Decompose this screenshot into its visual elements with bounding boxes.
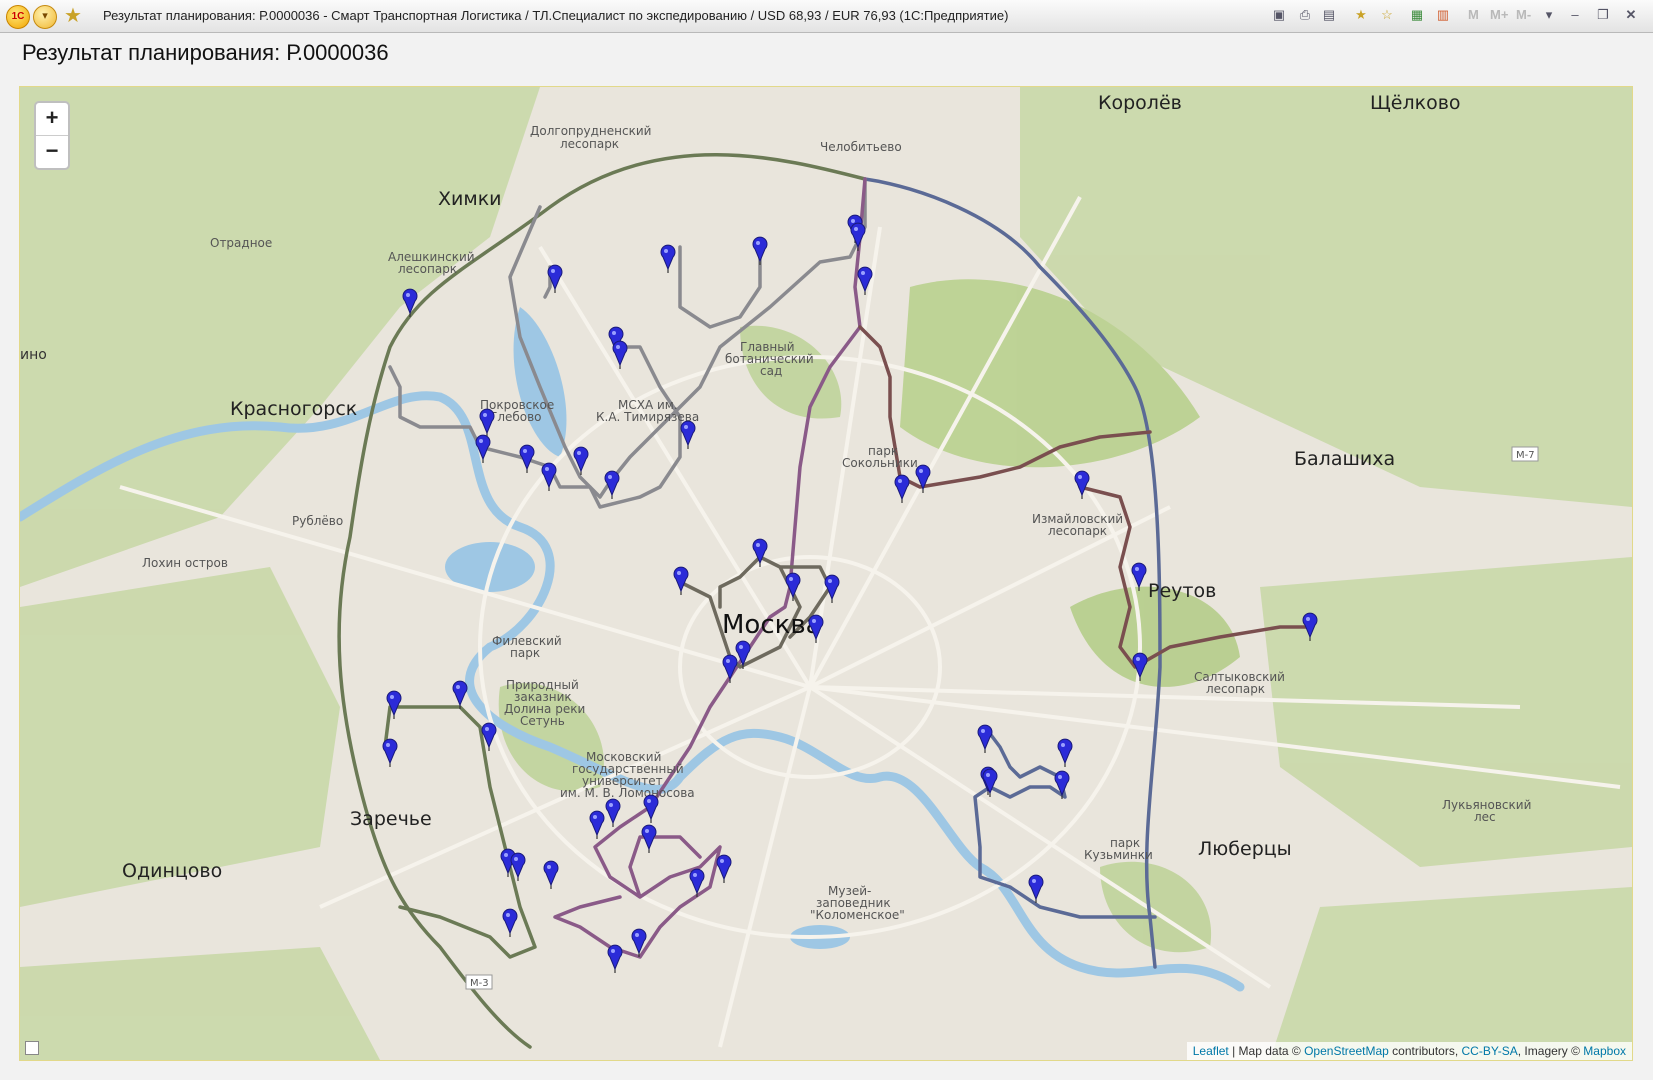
label-sokolniki-2: Сокольники — [842, 456, 918, 470]
label-khimki: Химки — [438, 188, 502, 210]
route-map[interactable]: Королёв Щёлково Челобитьево Долгопруднен… — [19, 86, 1633, 1061]
label-lyubertsy: Люберцы — [1198, 838, 1292, 860]
label-aleshkinsky-2: лесопарк — [398, 262, 457, 276]
zoom-in-button[interactable]: + — [36, 103, 68, 136]
label-krasnogorsk: Красногорск — [230, 398, 357, 420]
label-chelobitevo: Челобитьево — [820, 140, 902, 154]
favorite-star-icon[interactable]: ★ — [64, 4, 82, 28]
save-icon[interactable]: ▣ — [1270, 6, 1288, 24]
attribution-contributors: contributors, — [1388, 1044, 1462, 1058]
map-attribution: Leaflet | Map data © OpenStreetMap contr… — [1186, 1042, 1632, 1060]
label-m7: М-7 — [1516, 450, 1535, 461]
license-link[interactable]: CC-BY-SA — [1462, 1044, 1518, 1058]
close-icon[interactable]: ✕ — [1622, 6, 1640, 24]
minimize-icon[interactable]: – — [1566, 6, 1584, 24]
zoom-out-button[interactable]: − — [36, 136, 68, 168]
calendar-icon[interactable]: ▥ — [1434, 6, 1452, 24]
label-dolgoprudny-1: Долгопрудненский — [530, 124, 651, 138]
zoom-control: + − — [34, 101, 70, 170]
label-zarechye: Заречье — [350, 808, 432, 830]
label-korolev: Королёв — [1098, 92, 1182, 114]
map-corner-checkbox[interactable] — [25, 1041, 39, 1055]
window-title: Результат планирования: Р.0000036 - Смар… — [103, 8, 1009, 23]
label-botsad-3: сад — [760, 364, 782, 378]
favorites-icon[interactable]: ☆ — [1378, 6, 1396, 24]
label-kuzminki-2: Кузьминки — [1084, 848, 1153, 862]
label-saltykovsky-2: лесопарк — [1206, 682, 1265, 696]
preview-icon[interactable]: ▤ — [1320, 6, 1338, 24]
label-balashikha: Балашиха — [1294, 448, 1395, 470]
label-moskva: Москва — [722, 610, 822, 640]
label-lokhin: Лохин остров — [142, 556, 228, 570]
label-shchelkovo: Щёлково — [1370, 92, 1461, 114]
dropdown-icon[interactable]: ▾ — [1540, 6, 1558, 24]
label-reutov: Реутов — [1148, 580, 1216, 602]
label-otradnoe: Отрадное — [210, 236, 272, 250]
mapbox-link[interactable]: Mapbox — [1583, 1044, 1626, 1058]
label-filevsky-2: парк — [510, 646, 540, 660]
print-icon[interactable]: ⎙ — [1296, 6, 1314, 24]
osm-link[interactable]: OpenStreetMap — [1304, 1044, 1389, 1058]
label-mgu-4: им. М. В. Ломоносова — [560, 786, 695, 800]
calculator-icon[interactable]: ▦ — [1408, 6, 1426, 24]
attribution-mapdata: | Map data © — [1228, 1044, 1305, 1058]
memory-plus-button[interactable]: M+ — [1490, 6, 1508, 24]
label-pokrovskoe-2: Глебово — [490, 410, 542, 424]
label-mskha-2: К.А. Тимирязева — [596, 410, 699, 424]
memory-button[interactable]: M — [1468, 6, 1479, 24]
label-setun-4: Сетунь — [520, 714, 565, 728]
main-menu-button[interactable]: ▾ — [33, 5, 57, 29]
label-imino: ино — [20, 347, 47, 363]
leaflet-link[interactable]: Leaflet — [1193, 1044, 1229, 1058]
label-dolgoprudny-2: лесопарк — [560, 137, 619, 151]
attribution-imagery: , Imagery © — [1517, 1044, 1584, 1058]
map-canvas[interactable]: Королёв Щёлково Челобитьево Долгопруднен… — [20, 87, 1632, 1060]
memory-minus-button[interactable]: M- — [1516, 6, 1531, 24]
label-rublevo: Рублёво — [292, 514, 343, 528]
page-title: Результат планирования: Р.0000036 — [22, 40, 389, 65]
label-izmaylovo-2: лесопарк — [1048, 524, 1107, 538]
label-odintsovo: Одинцово — [122, 860, 222, 882]
window-titlebar: 1С ▾ ★ Результат планирования: Р.0000036… — [0, 0, 1653, 33]
label-kolomenskoe-3: "Коломенское" — [810, 908, 905, 922]
add-favorite-icon[interactable]: ★ — [1352, 6, 1370, 24]
label-lukyanovsky-2: лес — [1474, 810, 1496, 824]
label-m3: М-3 — [470, 978, 489, 989]
app-logo-icon[interactable]: 1С — [6, 5, 30, 29]
restore-icon[interactable]: ❐ — [1594, 6, 1612, 24]
